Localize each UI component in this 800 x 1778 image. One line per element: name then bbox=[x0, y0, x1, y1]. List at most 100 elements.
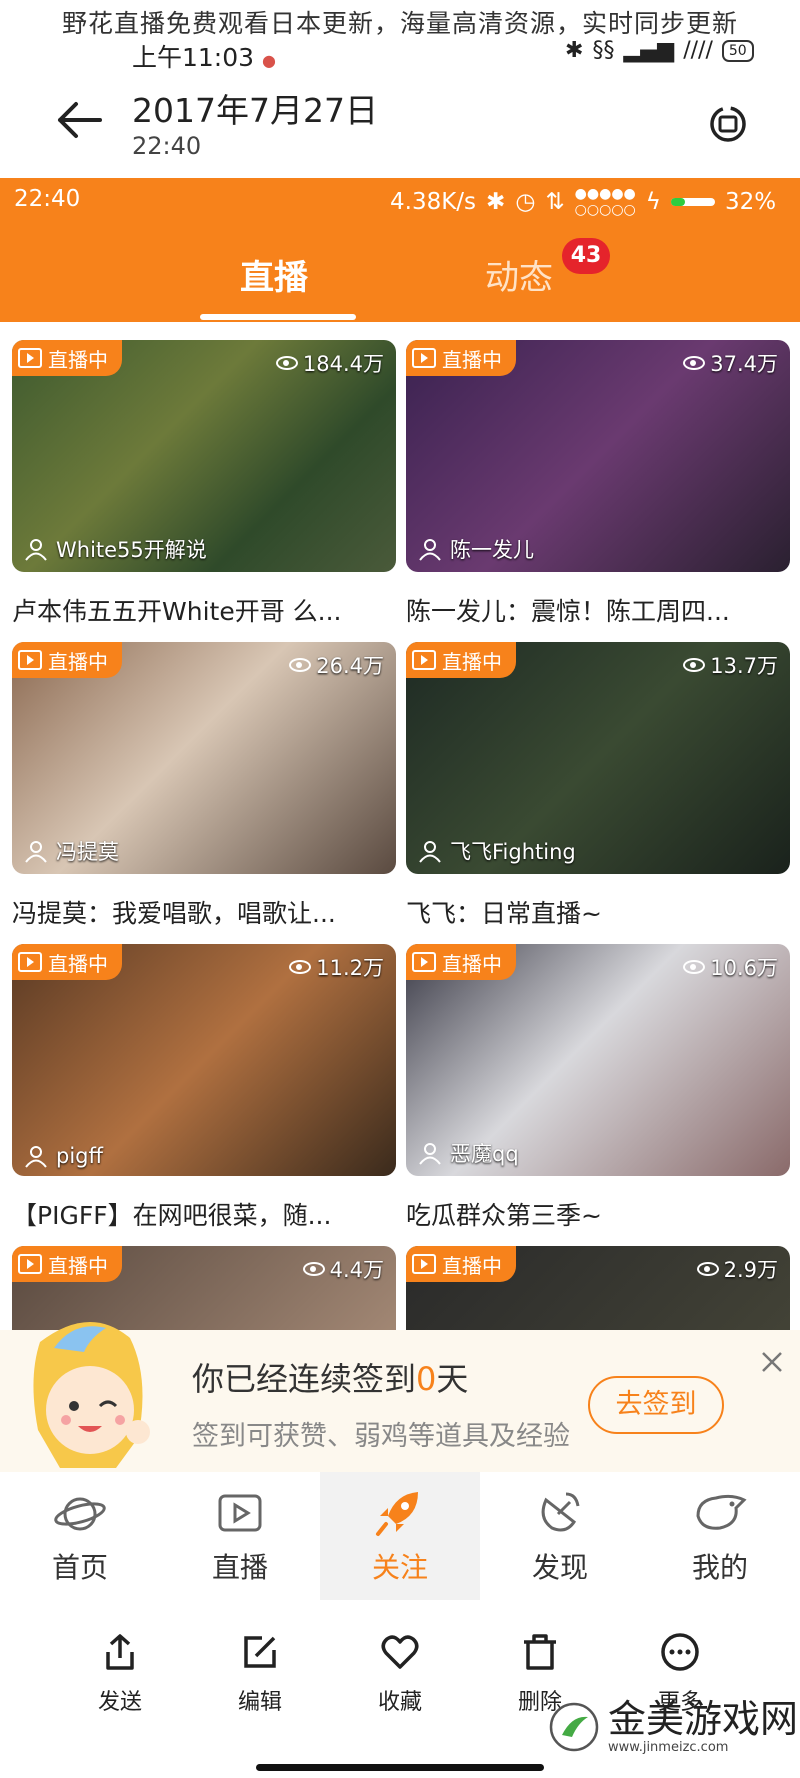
share-icon bbox=[106, 1634, 134, 1670]
signal-dots-icon: ●●●●● ○○○○○ bbox=[574, 186, 636, 218]
nav-discover[interactable]: 发现 bbox=[480, 1472, 640, 1600]
satellite-dish-icon bbox=[541, 1492, 580, 1532]
tab-feed[interactable]: 动态 bbox=[485, 250, 553, 299]
view-count: 4.4万 bbox=[302, 1254, 384, 1284]
live-badge: 直播中 bbox=[406, 340, 516, 376]
stream-title[interactable]: 吃瓜群众第三季~ bbox=[406, 1196, 602, 1232]
photo-date: 2017年7月27日 bbox=[132, 91, 378, 130]
stream-card[interactable]: 直播中 13.7万 飞飞Fighting bbox=[406, 642, 790, 874]
user-icon bbox=[419, 1143, 441, 1165]
close-icon[interactable] bbox=[760, 1350, 784, 1374]
view-count: 10.6万 bbox=[683, 952, 778, 982]
action-edit-label: 编辑 bbox=[237, 1690, 282, 1715]
eye-icon bbox=[302, 1262, 325, 1276]
live-badge: 直播中 bbox=[406, 1246, 516, 1282]
charging-icon: ϟ bbox=[645, 189, 661, 215]
live-badge: 直播中 bbox=[406, 642, 516, 678]
rotate-icon[interactable] bbox=[706, 102, 750, 146]
stream-card[interactable]: 直播中 10.6万恶魔qq bbox=[406, 944, 790, 1176]
streamer-name: 冯提莫 bbox=[24, 836, 119, 866]
view-count: 37.4万 bbox=[683, 348, 778, 378]
nav-mine-label: 我的 bbox=[691, 1551, 748, 1584]
action-send[interactable]: 发送 bbox=[60, 1632, 180, 1716]
nav-live-label: 直播 bbox=[211, 1551, 268, 1584]
watermark-url: www.jinmeizc.com bbox=[608, 1740, 729, 1755]
stream-title[interactable]: 冯提莫：我爱唱歌，唱歌让... bbox=[12, 894, 336, 930]
watermark-logo-icon bbox=[549, 1702, 599, 1751]
heart-icon bbox=[381, 1635, 419, 1669]
bluetooth-icon: ✱ bbox=[486, 189, 506, 215]
home-indicator[interactable] bbox=[256, 1764, 544, 1771]
nav-home-label: 首页 bbox=[51, 1551, 108, 1584]
tab-live[interactable]: 直播 bbox=[240, 250, 308, 299]
live-badge: 直播中 bbox=[12, 944, 122, 980]
watermark: 金美游戏网 www.jinmeizc.com bbox=[548, 1698, 798, 1755]
back-arrow-icon[interactable] bbox=[52, 92, 108, 148]
rocket-icon bbox=[376, 1492, 418, 1536]
stream-title[interactable]: 飞飞：日常直播~ bbox=[406, 894, 602, 930]
live-tv-icon bbox=[412, 952, 436, 972]
bottom-nav: 首页 直播 关注 发现 我的 bbox=[0, 1472, 800, 1600]
user-icon bbox=[419, 841, 441, 863]
live-tv-icon bbox=[18, 952, 42, 972]
view-count: 11.2万 bbox=[289, 952, 384, 982]
live-tv-icon bbox=[18, 1254, 42, 1274]
nav-home[interactable]: 首页 bbox=[0, 1472, 160, 1600]
stream-title[interactable]: 【PIGFF】在网吧很菜，随... bbox=[12, 1196, 331, 1232]
more-icon bbox=[661, 1633, 699, 1671]
watermark-name: 金美游戏网 bbox=[608, 1697, 799, 1741]
signal-icon: ▂▄▆ bbox=[623, 38, 675, 63]
eye-icon bbox=[289, 960, 312, 974]
streamer-name: 飞飞Fighting bbox=[418, 836, 576, 866]
system-clock: 上午11:03 ● bbox=[132, 43, 276, 72]
action-sheet: 发送 编辑 收藏 删除 更多 金美游戏网 www.jinmeizc.com bbox=[0, 1600, 800, 1778]
chicken-icon bbox=[696, 1494, 747, 1530]
nav-mine[interactable]: 我的 bbox=[640, 1472, 800, 1600]
view-count: 2.9万 bbox=[696, 1254, 778, 1284]
wifi-icon: //// bbox=[683, 38, 713, 63]
stream-card[interactable]: 直播中 26.4万 冯提莫 bbox=[12, 642, 396, 874]
user-icon bbox=[25, 539, 47, 561]
signin-button[interactable]: 去签到 bbox=[588, 1376, 724, 1434]
stream-title[interactable]: 陈一发儿：震惊！陈工周四... bbox=[406, 592, 730, 628]
live-badge: 直播中 bbox=[406, 944, 516, 980]
signin-banner: 你已经连续签到0天 签到可获赞、弱鸡等道具及经验 去签到 bbox=[0, 1321, 800, 1472]
notification-dot-icon: ● bbox=[262, 51, 276, 70]
live-tv-icon bbox=[412, 650, 436, 670]
eye-icon bbox=[683, 658, 706, 672]
data-arrows-icon: ⇅ bbox=[545, 189, 565, 215]
action-favorite-label: 收藏 bbox=[377, 1690, 422, 1715]
streamer-name: pigff bbox=[24, 1144, 103, 1168]
nav-follow[interactable]: 关注 bbox=[320, 1472, 480, 1600]
sync-icon: §§ bbox=[592, 38, 615, 63]
eye-icon bbox=[696, 1262, 719, 1276]
live-tv-icon bbox=[412, 348, 436, 368]
battery-indicator: 50 bbox=[721, 39, 754, 62]
action-edit[interactable]: 编辑 bbox=[200, 1632, 320, 1716]
live-badge: 直播中 bbox=[12, 340, 122, 376]
streamer-name: 恶魔qq bbox=[418, 1138, 519, 1168]
stream-card[interactable]: 直播中 11.2万 pigff bbox=[12, 944, 396, 1176]
user-icon bbox=[25, 1146, 47, 1168]
nav-follow-label: 关注 bbox=[371, 1551, 428, 1584]
tab-indicator bbox=[200, 314, 356, 320]
streamer-name: 陈一发儿 bbox=[418, 534, 534, 564]
action-favorite[interactable]: 收藏 bbox=[340, 1632, 460, 1716]
screenshot-caption: 野花直播免费观看日本更新，海量高清资源，实时同步更新 bbox=[61, 9, 738, 38]
eye-icon bbox=[683, 960, 706, 974]
streamer-name: White55开解说 bbox=[24, 534, 207, 564]
view-count: 26.4万 bbox=[289, 650, 384, 680]
stream-card[interactable]: 直播中 37.4万陈一发儿 bbox=[406, 340, 790, 572]
nav-live[interactable]: 直播 bbox=[160, 1472, 320, 1600]
signin-title: 你已经连续签到0天 bbox=[192, 1360, 469, 1398]
tv-play-icon bbox=[218, 1494, 262, 1532]
photo-time: 22:40 bbox=[132, 132, 202, 160]
signin-subtitle: 签到可获赞、弱鸡等道具及经验 bbox=[192, 1421, 570, 1452]
stream-card[interactable]: 直播中 184.4万 White55开解说 bbox=[12, 340, 396, 572]
user-icon bbox=[419, 539, 441, 561]
inner-status-time: 22:40 bbox=[14, 186, 81, 212]
action-send-label: 发送 bbox=[97, 1690, 142, 1715]
system-status-icons: ✱ §§ ▂▄▆ //// 50 bbox=[565, 38, 754, 63]
stream-title[interactable]: 卢本伟五五开White开哥 么... bbox=[12, 592, 341, 628]
battery-percent: 32% bbox=[724, 189, 777, 215]
